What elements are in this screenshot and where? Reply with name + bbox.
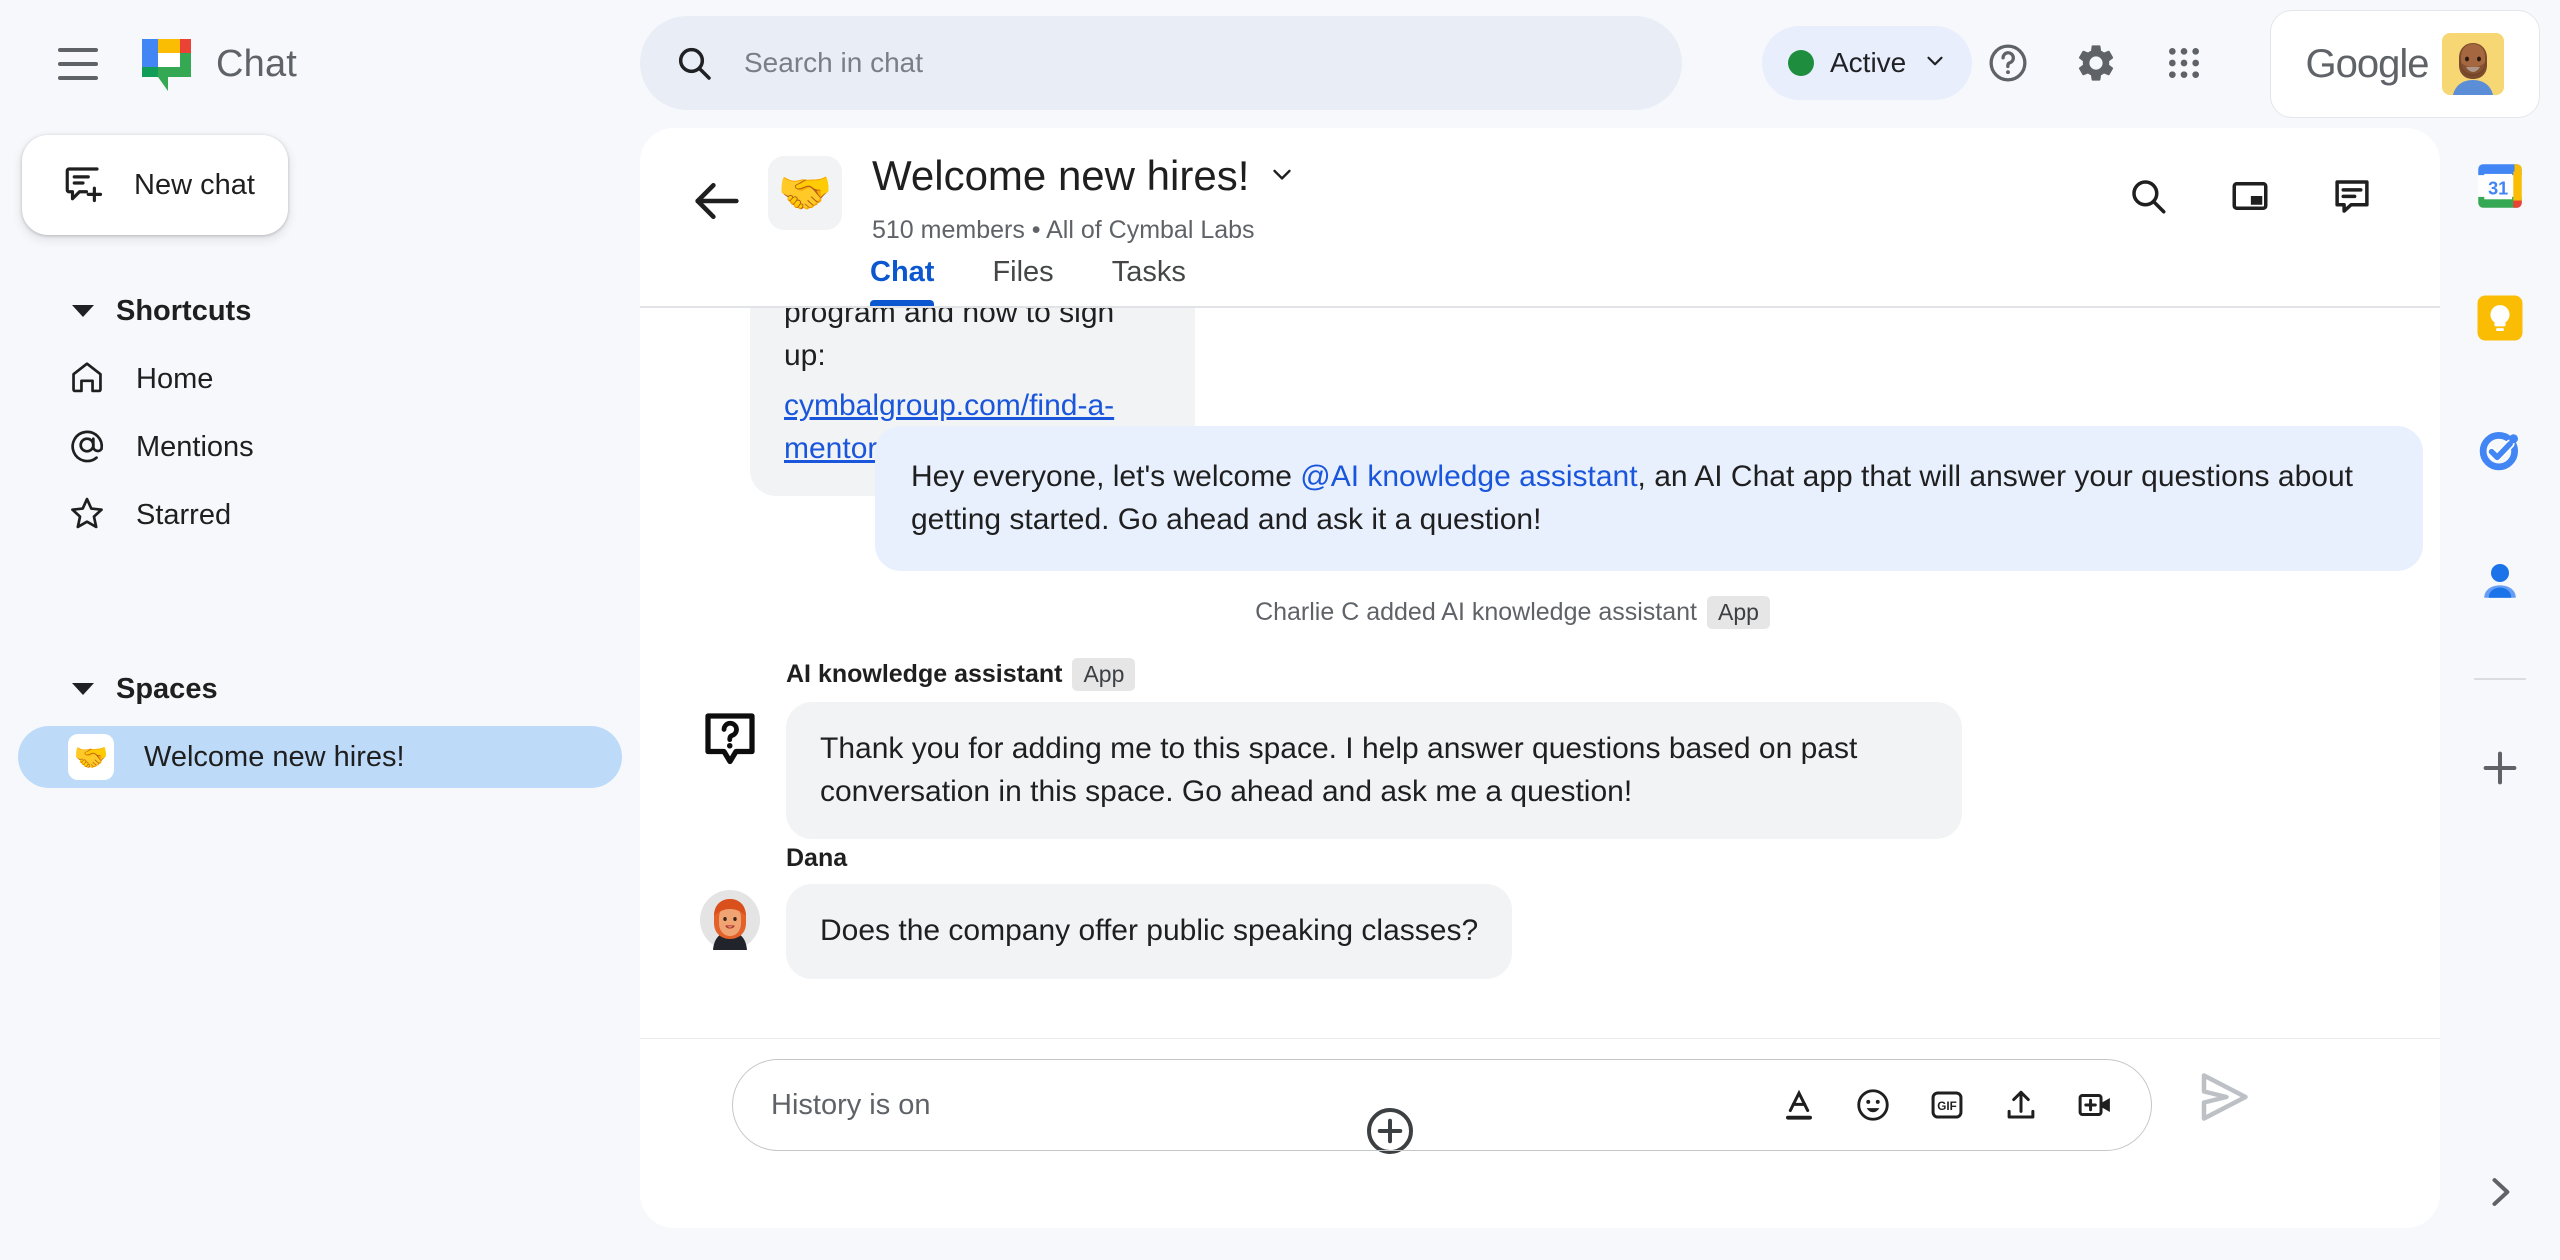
app-brand: Chat [140, 35, 297, 93]
sidebar-item-home-label: Home [136, 362, 214, 395]
app-badge: App [1072, 658, 1136, 691]
hamburger-menu-icon[interactable] [38, 24, 118, 104]
sidebar-item-mentions-label: Mentions [136, 430, 254, 463]
message-sender-name: AI knowledge assistant App [786, 658, 2000, 691]
sidebar-section-shortcuts[interactable]: Shortcuts [0, 280, 640, 342]
question-bubble-icon [700, 708, 760, 768]
status-label: Active [1830, 47, 1907, 78]
gif-icon[interactable]: GIF [1921, 1079, 1973, 1131]
assistant-message-text: Thank you for adding me to this space. I… [786, 702, 1962, 840]
chevron-down-icon [1267, 159, 1297, 194]
sidebar-item-mentions[interactable]: Mentions [18, 416, 622, 478]
new-chat-button[interactable]: New chat [22, 135, 288, 235]
gear-icon[interactable] [2058, 25, 2134, 101]
conversation-toggle-icon[interactable] [2314, 158, 2390, 234]
message-list[interactable]: program and how to sign up: cymbalgroup.… [640, 308, 2440, 1048]
status-dot-icon [1788, 50, 1814, 76]
assistant-sender-label: AI knowledge assistant [786, 660, 1063, 688]
mention-ai-knowledge-assistant[interactable]: @AI knowledge assistant [1300, 460, 1637, 493]
tab-chat[interactable]: Chat [870, 256, 935, 307]
sidebar-item-starred[interactable]: Starred [18, 484, 622, 546]
search-bar[interactable] [640, 16, 1682, 110]
conversation-actions [2110, 158, 2390, 234]
chevron-down-icon [1922, 48, 1948, 79]
message-assistant: AI knowledge assistant App Thank you for … [700, 658, 2000, 840]
svg-text:31: 31 [2488, 178, 2508, 198]
rail-divider [2474, 678, 2526, 680]
google-keep-icon[interactable] [2464, 282, 2536, 354]
message-text-line: program and how to sign up: [784, 308, 1115, 372]
upload-icon[interactable] [1995, 1079, 2047, 1131]
search-input[interactable] [742, 46, 1622, 80]
handshake-emoji-icon: 🤝 [68, 734, 114, 780]
app-title: Chat [216, 42, 298, 85]
dana-avatar [700, 890, 760, 950]
conversation-panel: 🤝 Welcome new hires! 510 members • All o… [640, 128, 2440, 1228]
status-chip[interactable]: Active [1762, 26, 1973, 100]
format-text-icon[interactable] [1773, 1079, 1825, 1131]
message-text-prefix: Hey everyone, let's welcome [911, 460, 1301, 493]
system-event-line: Charlie C added AI knowledge assistant Ap… [640, 596, 2385, 629]
home-icon [68, 358, 106, 401]
google-tasks-icon[interactable] [2464, 414, 2536, 486]
topbar-icon-group [1970, 25, 2222, 101]
sidebar: New chat Shortcuts Home Mentions Starred… [0, 128, 640, 1260]
star-icon [68, 494, 106, 537]
google-account-button[interactable]: Google [2270, 10, 2540, 118]
composer-icon-group: GIF [1773, 1079, 2121, 1131]
emoji-icon[interactable] [1847, 1079, 1899, 1131]
google-calendar-icon[interactable]: 31 [2464, 150, 2536, 222]
conversation-emoji-icon: 🤝 [768, 156, 842, 230]
sidebar-item-welcome-new-hires-label: Welcome new hires! [144, 740, 405, 773]
new-chat-icon [62, 162, 104, 209]
message-composer: GIF [640, 1038, 2440, 1228]
app-badge: App [1707, 596, 1770, 629]
conversation-tabs: Chat Files Tasks [870, 256, 1186, 307]
search-icon[interactable] [2110, 158, 2186, 234]
user-message-text: Does the company offer public speaking c… [786, 884, 1513, 979]
back-arrow-icon[interactable] [688, 172, 746, 230]
conversation-title-button[interactable]: Welcome new hires! [872, 152, 1297, 200]
send-icon[interactable] [2194, 1067, 2254, 1127]
composer-input-box[interactable]: GIF [732, 1059, 2152, 1151]
caret-down-icon [72, 305, 94, 317]
picture-in-picture-icon[interactable] [2212, 158, 2288, 234]
caret-down-icon [72, 683, 94, 695]
add-video-icon[interactable] [2069, 1079, 2121, 1131]
side-apps-rail: 31 [2440, 128, 2560, 1260]
sidebar-section-shortcuts-label: Shortcuts [116, 294, 252, 327]
svg-text:GIF: GIF [1937, 1100, 1957, 1113]
sidebar-item-home[interactable]: Home [18, 348, 622, 410]
help-circle-icon[interactable] [1970, 25, 2046, 101]
sidebar-item-starred-label: Starred [136, 498, 232, 531]
google-wordmark: Google [2305, 41, 2430, 86]
conversation-header: 🤝 Welcome new hires! 510 members • All o… [640, 128, 2440, 308]
sidebar-section-spaces[interactable]: Spaces [0, 658, 640, 720]
page-title: Welcome new hires! [872, 152, 1250, 199]
at-sign-icon [68, 426, 106, 469]
search-icon [674, 43, 714, 83]
message-input[interactable] [769, 1087, 1773, 1123]
top-bar: Chat Active [0, 0, 2560, 128]
system-event-text: Charlie C added AI knowledge assistant [1255, 598, 1697, 626]
sidebar-item-welcome-new-hires[interactable]: 🤝 Welcome new hires! [18, 726, 622, 788]
new-chat-label: New chat [134, 168, 255, 201]
message-outgoing: Hey everyone, let's welcome @AI knowledg… [875, 426, 2423, 572]
plus-icon[interactable] [2464, 732, 2536, 804]
google-contacts-icon[interactable] [2464, 546, 2536, 618]
sidebar-section-spaces-label: Spaces [116, 672, 218, 705]
tab-files[interactable]: Files [992, 256, 1053, 307]
user-sender-label: Dana [786, 844, 848, 872]
message-user: Dana Does the company offer public speak… [700, 844, 1700, 979]
chevron-right-icon[interactable] [2478, 1170, 2522, 1214]
apps-grid-icon[interactable] [2146, 25, 2222, 101]
conversation-subtitle: 510 members • All of Cymbal Labs [872, 216, 1255, 244]
user-avatar[interactable] [2442, 33, 2505, 95]
google-chat-logo [140, 35, 194, 93]
tab-tasks[interactable]: Tasks [1112, 256, 1186, 307]
